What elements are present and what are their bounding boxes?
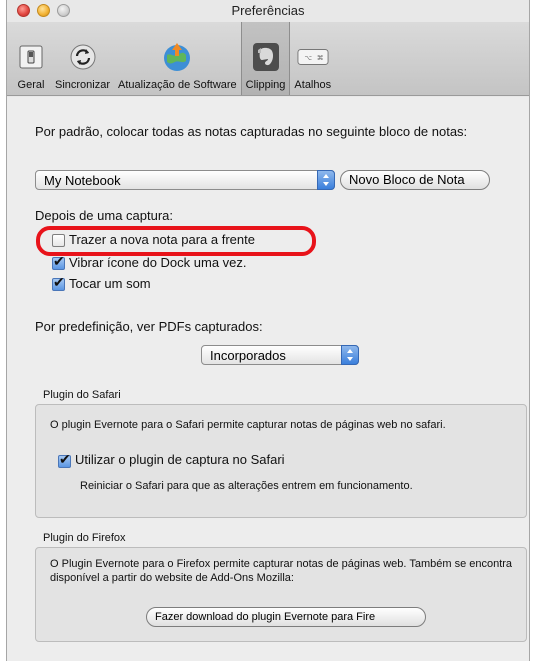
title-bar: Preferências [7, 0, 529, 22]
safari-plugin-title: Plugin do Safari [43, 389, 121, 401]
window-title: Preferências [231, 3, 305, 18]
after-capture-heading: Depois de uma captura: [35, 208, 174, 223]
svg-text:⌘: ⌘ [317, 54, 324, 62]
safari-plugin-description: O plugin Evernote para o Safari permite … [50, 419, 446, 431]
general-switch-icon [15, 41, 47, 73]
tab-sync[interactable]: Sincronizar [51, 22, 114, 95]
preferences-window: Preferências Geral Sincronizar Atualizaç… [6, 0, 530, 661]
bounce-dock-label: Vibrar ícone do Dock uma vez. [69, 255, 247, 270]
sync-icon [67, 41, 99, 73]
pdf-view-select-value: Incorporados [210, 348, 286, 363]
keyboard-shortcut-icon: ⌥ ⌘ [297, 41, 329, 73]
tab-clipping-label: Clipping [245, 79, 286, 91]
safari-plugin-checkbox-label: Utilizar o plugin de captura no Safari [75, 452, 285, 467]
zoom-button[interactable] [57, 4, 70, 17]
software-update-globe-icon [161, 41, 193, 73]
firefox-plugin-title: Plugin do Firefox [43, 532, 126, 544]
clipping-preferences-panel: Por padrão, colocar todas as notas captu… [7, 97, 529, 661]
tab-shortcuts-label: Atalhos [294, 79, 332, 91]
firefox-download-button[interactable]: Fazer download do plugin Evernote para F… [146, 607, 426, 627]
tab-shortcuts[interactable]: ⌥ ⌘ Atalhos [290, 22, 335, 95]
minimize-button[interactable] [37, 4, 50, 17]
play-sound-checkbox[interactable]: ✔ [52, 274, 65, 291]
safari-plugin-group: O plugin Evernote para o Safari permite … [35, 404, 527, 518]
notebook-select[interactable]: My Notebook [35, 170, 335, 190]
tab-sync-label: Sincronizar [55, 79, 111, 91]
tab-general[interactable]: Geral [11, 22, 51, 95]
play-sound-label: Tocar um som [69, 276, 151, 291]
new-notebook-button[interactable]: Novo Bloco de Nota [340, 170, 490, 190]
safari-restart-note: Reiniciar o Safari para que as alteraçõe… [80, 480, 413, 492]
firefox-plugin-description: O Plugin Evernote para o Firefox permite… [50, 558, 513, 584]
tab-software-update[interactable]: Atualização de Software [114, 22, 241, 95]
checkmark-icon: ✔ [53, 274, 65, 290]
notebook-prompt: Por padrão, colocar todas as notas captu… [35, 124, 468, 139]
tab-general-label: Geral [17, 79, 45, 91]
evernote-elephant-icon [250, 41, 282, 73]
safari-plugin-checkbox[interactable]: ✔ [58, 451, 71, 468]
close-button[interactable] [17, 4, 30, 17]
pdf-prompt: Por predefinição, ver PDFs capturados: [35, 319, 263, 334]
select-arrows-icon [317, 170, 335, 190]
preferences-toolbar: Geral Sincronizar Atualização de Softwar… [7, 22, 529, 96]
notebook-select-value: My Notebook [44, 173, 121, 188]
firefox-plugin-group: O Plugin Evernote para o Firefox permite… [35, 547, 527, 642]
tab-clipping[interactable]: Clipping [240, 22, 291, 95]
select-arrows-icon [341, 345, 359, 365]
svg-text:⌥: ⌥ [304, 54, 312, 62]
bounce-dock-checkbox[interactable]: ✔ [52, 253, 65, 270]
highlight-annotation [36, 226, 316, 256]
window-controls [17, 4, 70, 17]
pdf-view-select[interactable]: Incorporados [201, 345, 359, 365]
tab-software-update-label: Atualização de Software [118, 79, 237, 91]
checkmark-icon: ✔ [59, 451, 71, 467]
